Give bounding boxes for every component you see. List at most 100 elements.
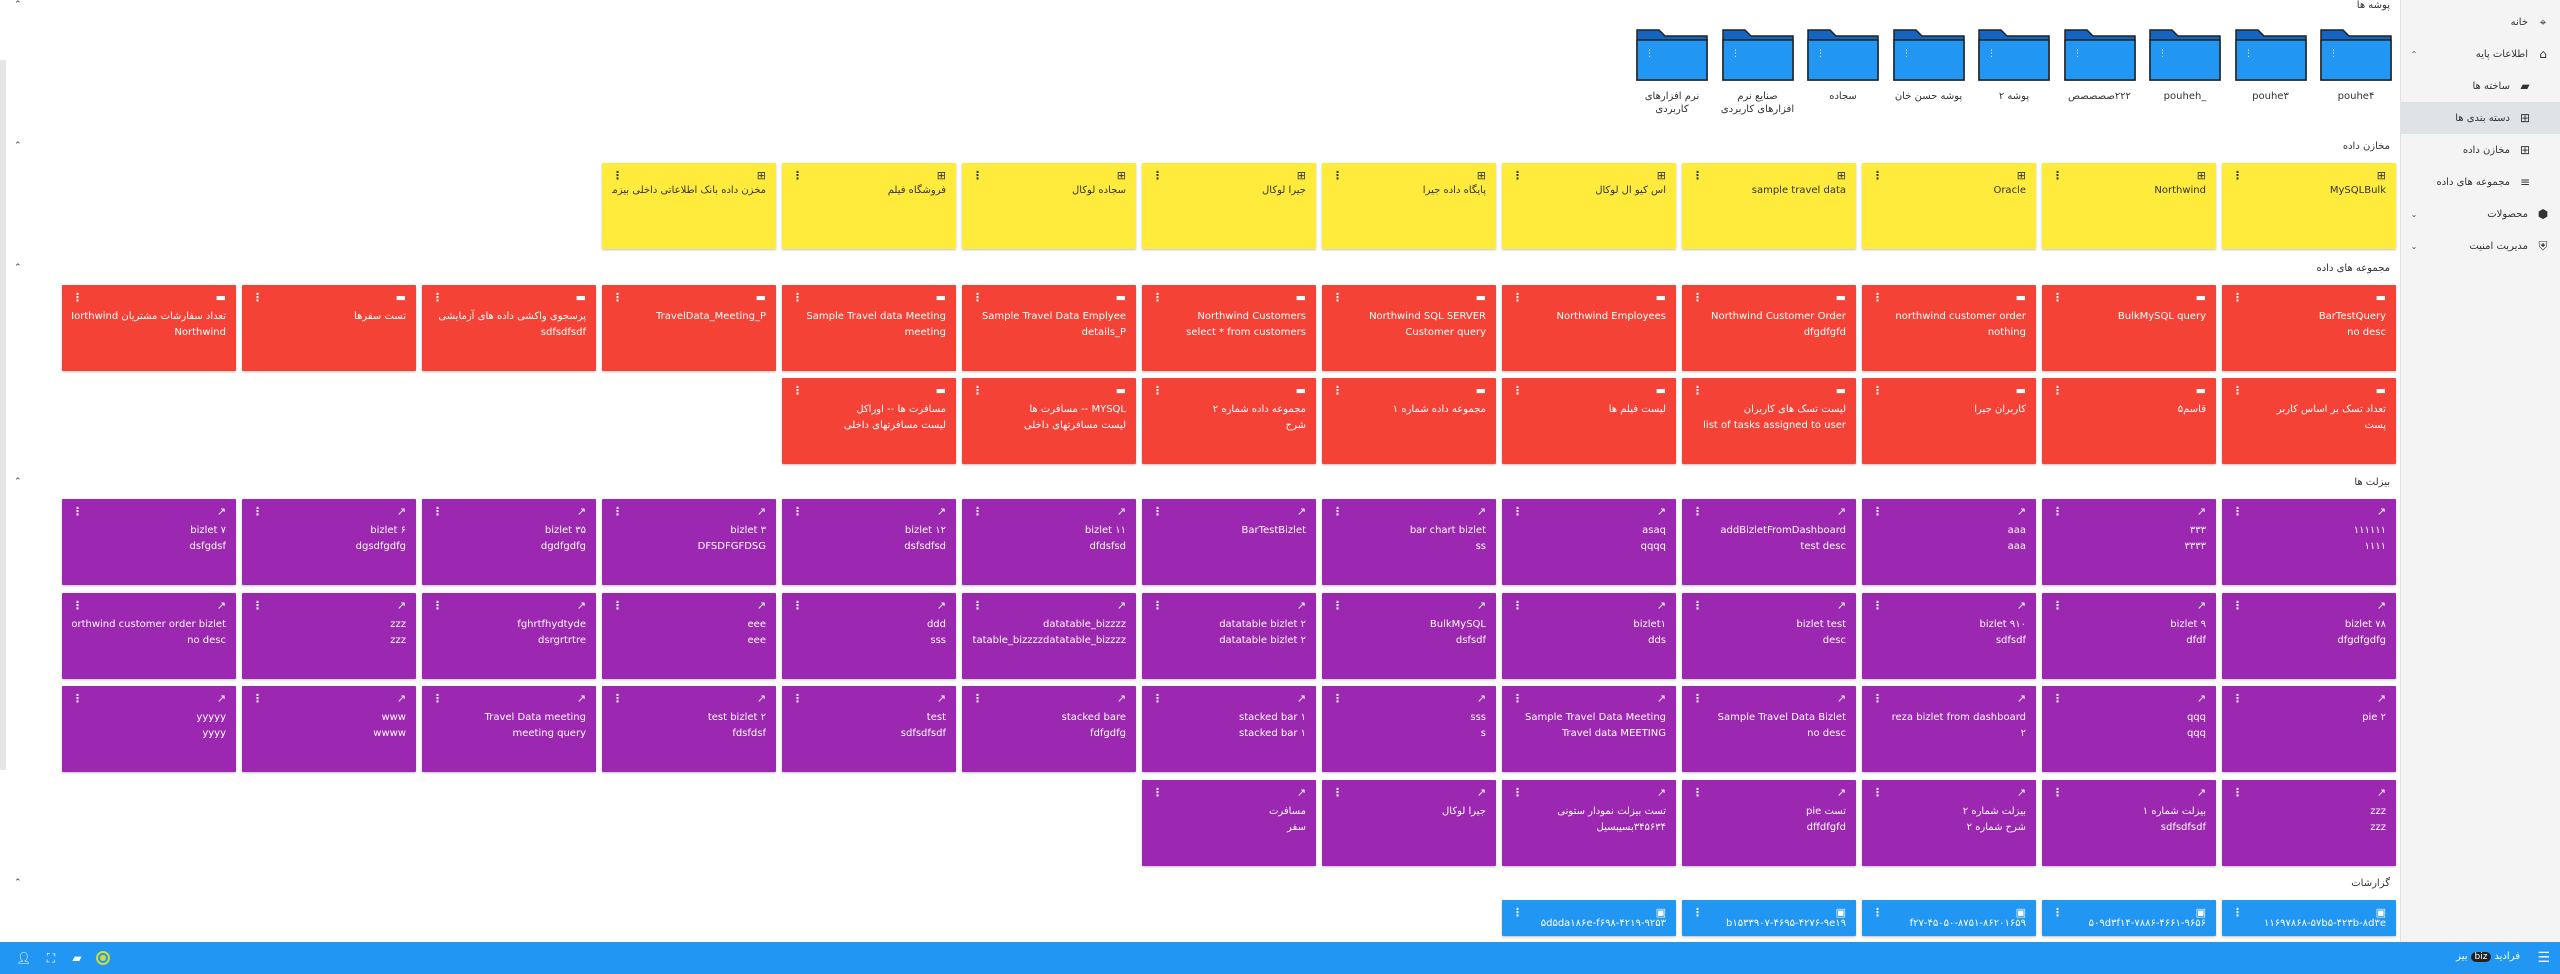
- more-options-icon[interactable]: ⋮: [1152, 692, 1163, 705]
- bizlet-card[interactable]: ↗ ⋮ pie ۲: [2222, 686, 2396, 772]
- bizlet-card[interactable]: ↗ ⋮ BarTestBizlet: [1142, 499, 1316, 585]
- bizlet-card[interactable]: ↗ ⋮ reza bizlet from dashboard ۲: [1862, 686, 2036, 772]
- bizlet-card[interactable]: ↗ ⋮ bizlet ۳۵ dgdfgdfg: [422, 499, 596, 585]
- chevron-icon[interactable]: ⌄: [2409, 242, 2419, 251]
- more-options-icon[interactable]: ⋮: [972, 291, 983, 304]
- more-options-icon[interactable]: ⋮: [2052, 599, 2063, 612]
- folder-item[interactable]: ⋮ pouhe۴: [2316, 22, 2396, 122]
- bizlet-card[interactable]: ↗ ⋮ datatable bizlet ۲ datatable bizlet ۲: [1142, 592, 1316, 679]
- dataset-card[interactable]: ▬ ⋮ Northwind Employees: [1502, 285, 1676, 371]
- more-options-icon[interactable]: ⋮: [612, 692, 623, 705]
- datastore-card[interactable]: ⊞ ⋮ مخزن داده بانک اطلاعاتی داخلی بیزموت: [602, 163, 776, 249]
- more-options-icon[interactable]: ⋮: [252, 599, 263, 612]
- sidebar-item-5[interactable]: ≡ مجموعه های داده: [2401, 166, 2560, 198]
- more-options-icon[interactable]: ⋮: [2232, 291, 2243, 304]
- datastore-card[interactable]: ⊞ ⋮ Northwind: [2042, 163, 2216, 249]
- dataset-card[interactable]: ▬ ⋮ MYSQL -- مسافرت ها لیست مسافرتهای داخلی: [962, 378, 1136, 464]
- more-options-icon[interactable]: ⋮: [1152, 599, 1163, 612]
- more-options-icon[interactable]: ⋮: [1872, 384, 1883, 397]
- more-options-icon[interactable]: ⋮: [2232, 692, 2243, 705]
- more-options-icon[interactable]: ⋮: [432, 599, 443, 612]
- dataset-card[interactable]: ▬ ⋮ لیست فیلم ها: [1502, 378, 1676, 464]
- datastore-card[interactable]: ⊞ ⋮ فروشگاه فیلم: [782, 163, 956, 249]
- more-options-icon[interactable]: ⋮: [1152, 786, 1163, 799]
- more-options-icon[interactable]: ⋮: [72, 291, 83, 304]
- bizlet-card[interactable]: ↗ ⋮ ddd sss: [782, 592, 956, 679]
- bizlet-card[interactable]: ↗ ⋮ bizlet ۳ DFSDFGFDSG: [602, 499, 776, 585]
- bizlet-card[interactable]: ↗ ⋮ تست بیزلت نمودار ستونی ۳۴۵۶۳۴بسیبسیل: [1502, 779, 1676, 866]
- fullscreen-icon[interactable]: ⛶: [44, 951, 58, 965]
- folder-icon[interactable]: ▰: [70, 951, 84, 965]
- more-options-icon[interactable]: ⋮: [792, 169, 803, 182]
- dataset-card[interactable]: ▬ ⋮ TravelData_Meeting_P: [602, 285, 776, 371]
- more-options-icon[interactable]: ⋮: [2052, 692, 2063, 705]
- more-options-icon[interactable]: ⋮: [1332, 692, 1343, 705]
- scrollbar[interactable]: [0, 60, 6, 770]
- sidebar-item-0[interactable]: ⌖ خانه: [2401, 6, 2560, 38]
- bizlet-card[interactable]: ↗ ⋮ bizlet ۹ dfdf: [2042, 592, 2216, 679]
- bizlet-card[interactable]: ↗ ⋮ datatable_bizzzz zzzzzdatatable_bizzzzd…: [962, 592, 1136, 679]
- dataset-card[interactable]: ▬ ⋮ مسافرت ها -- اوراکل لیست مسافرتهای داخل…: [782, 378, 956, 464]
- bizlet-card[interactable]: ↗ ⋮ zzz zzz: [2222, 779, 2396, 866]
- folder-item[interactable]: ⋮ _pouheh: [2145, 22, 2225, 122]
- report-card[interactable]: ▣ ⋮ b۱۵۳۳۹۰۷-۴۶۹۵-۴۲۷۶-۹e۱۹: [1682, 900, 1856, 936]
- collapse-bizlets-icon[interactable]: ⌃: [14, 477, 22, 487]
- more-options-icon[interactable]: ⋮: [1152, 169, 1163, 182]
- bizlet-card[interactable]: ↗ ⋮ stacked bare fdfgdfg: [962, 686, 1136, 772]
- dataset-card[interactable]: ▬ ⋮ BulkMySQL query: [2042, 285, 2216, 371]
- more-options-icon[interactable]: ⋮: [432, 291, 443, 304]
- bizlet-card[interactable]: ↗ ⋮ northwind customer order bizlet no desc: [62, 592, 236, 679]
- chevron-icon[interactable]: ⌄: [2409, 210, 2419, 219]
- more-options-icon[interactable]: ⋮: [792, 692, 803, 705]
- more-options-icon[interactable]: ⋮: [2232, 384, 2243, 397]
- more-options-icon[interactable]: ⋮: [1152, 505, 1163, 518]
- more-options-icon[interactable]: ⋮: [2232, 169, 2243, 182]
- bizlet-card[interactable]: ↗ ⋮ bizlet ۷ dsfgdsf: [62, 499, 236, 585]
- more-options-icon[interactable]: ⋮: [1692, 291, 1703, 304]
- more-options-icon[interactable]: ⋮: [2052, 786, 2063, 799]
- menu-icon[interactable]: ☰: [2537, 950, 2550, 966]
- bizlet-card[interactable]: ↗ ⋮ test sdfsdfsdf: [782, 686, 956, 772]
- more-options-icon[interactable]: ⋮: [2232, 599, 2243, 612]
- bizlet-card[interactable]: ↗ ⋮ Travel Data meeting meeting query: [422, 686, 596, 772]
- datastore-card[interactable]: ⊞ ⋮ جیرا لوکال: [1142, 163, 1316, 249]
- folder-item[interactable]: ⋮ pouhe۳: [2231, 22, 2311, 122]
- more-options-icon[interactable]: ⋮: [792, 384, 803, 397]
- more-options-icon[interactable]: ⋮: [1872, 692, 1883, 705]
- bizlet-card[interactable]: ↗ ⋮ asaq qqqq: [1502, 499, 1676, 585]
- more-options-icon[interactable]: ⋮: [252, 692, 263, 705]
- dataset-card[interactable]: ▬ ⋮ تعداد تسک بر اساس کاربر پست: [2222, 378, 2396, 464]
- sidebar-item-6[interactable]: ⬢ محصولات ⌄: [2401, 198, 2560, 230]
- bizlet-card[interactable]: ↗ ⋮ sss s: [1322, 686, 1496, 772]
- collapse-datasets-icon[interactable]: ⌃: [14, 263, 22, 273]
- more-options-icon[interactable]: ⋮: [1332, 505, 1343, 518]
- more-options-icon[interactable]: ⋮: [1692, 384, 1703, 397]
- bizlet-card[interactable]: ↗ ⋮ ۱۱۱۱۱۱ ۱۱۱۱: [2222, 499, 2396, 585]
- bizlet-card[interactable]: ↗ ⋮ bizlet ۷۸ dfgdfgdfg: [2222, 592, 2396, 679]
- more-options-icon[interactable]: ⋮: [612, 599, 623, 612]
- more-options-icon[interactable]: ⋮: [1332, 169, 1343, 182]
- more-options-icon[interactable]: ⋮: [1872, 291, 1883, 304]
- more-options-icon[interactable]: ⋮: [1692, 599, 1703, 612]
- more-options-icon[interactable]: ⋮: [972, 384, 983, 397]
- dataset-card[interactable]: ▬ ⋮ BarTestQuery no desc: [2222, 285, 2396, 371]
- more-options-icon[interactable]: ⋮: [1152, 291, 1163, 304]
- dataset-card[interactable]: ▬ ⋮ تعداد سفارشات مشتریان Northwind Northwi…: [62, 285, 236, 371]
- dataset-card[interactable]: ▬ ⋮ مجموعه داده شماره ۲ شرح: [1142, 378, 1316, 464]
- chevron-icon[interactable]: ⌃: [2409, 50, 2419, 59]
- more-options-icon[interactable]: ⋮: [2232, 786, 2243, 799]
- more-options-icon[interactable]: ⋮: [792, 505, 803, 518]
- bizlet-card[interactable]: ↗ ⋮ تست pie dffdfgfd: [1682, 779, 1856, 866]
- bizlet-card[interactable]: ↗ ⋮ Sample Travel Data Meeting Travel data …: [1502, 686, 1676, 772]
- status-indicator-icon[interactable]: ●: [96, 951, 110, 965]
- bizlet-card[interactable]: ↗ ⋮ bizlet۱ dds: [1502, 592, 1676, 679]
- bizlet-card[interactable]: ↗ ⋮ zzz zzz: [242, 592, 416, 679]
- sidebar-item-7[interactable]: ⛨ مدیریت امنیت ⌄: [2401, 230, 2560, 262]
- bizlet-card[interactable]: ↗ ⋮ test bizlet ۲ fdsfdsf: [602, 686, 776, 772]
- report-card[interactable]: ▣ ⋮ f۲۷-۴۵۰۵۰-۸۷۵۱-۸۶۲۰۱۶۵۹: [1862, 900, 2036, 936]
- report-card[interactable]: ▣ ⋮ ۱۱۶۹۷۸۶۸-۵۷b۵-۴۲۳b-۸d۳e: [2222, 900, 2396, 936]
- bizlet-card[interactable]: ↗ ⋮ qqq qqq: [2042, 686, 2216, 772]
- bizlet-card[interactable]: ↗ ⋮ بیزلت شماره ۲ شرح شماره ۲: [1862, 779, 2036, 866]
- more-options-icon[interactable]: ⋮: [1512, 384, 1523, 397]
- bizlet-card[interactable]: ↗ ⋮ stacked bar ۱ stacked bar ۱: [1142, 686, 1316, 772]
